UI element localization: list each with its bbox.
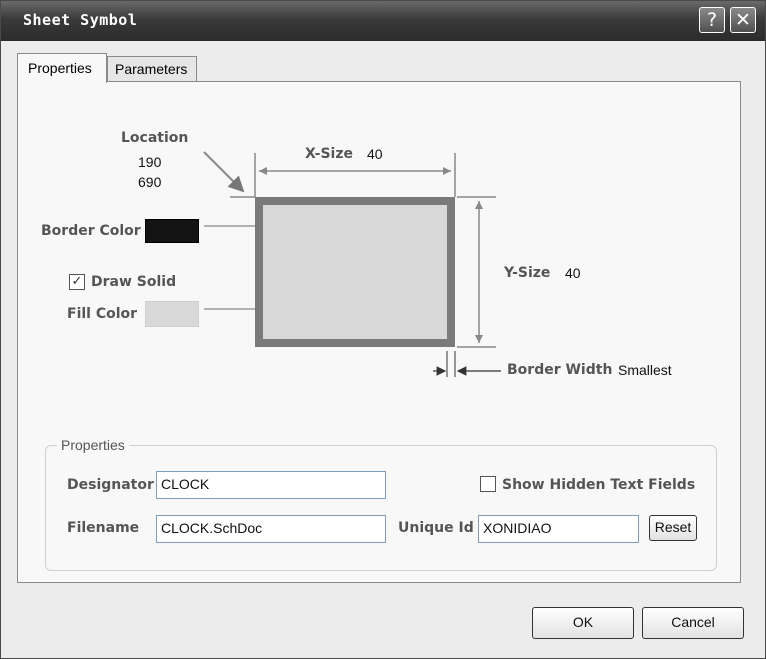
properties-group	[45, 445, 717, 571]
unique-id-input[interactable]: XONIDIAO	[478, 515, 639, 543]
location-pointer-arrow	[203, 151, 245, 193]
tab-properties[interactable]: Properties	[17, 53, 107, 83]
sheet-symbol-preview	[255, 197, 455, 347]
reset-button[interactable]: Reset	[649, 515, 697, 541]
location-y-value: 690	[138, 174, 162, 190]
designator-label: Designator	[67, 477, 154, 493]
border-width-value[interactable]: Smallest	[618, 362, 672, 378]
unique-id-label: Unique Id	[398, 520, 474, 536]
filename-label: Filename	[67, 520, 140, 536]
show-hidden-text-fields-checkbox[interactable]	[480, 476, 496, 492]
location-x-value: 190	[138, 154, 162, 170]
border-color-label: Border Color	[41, 223, 141, 239]
filename-input[interactable]: CLOCK.SchDoc	[156, 515, 386, 543]
ysize-value: 40	[565, 265, 581, 281]
location-label: Location	[121, 130, 189, 146]
xsize-label: X-Size	[305, 146, 353, 162]
cancel-button[interactable]: Cancel	[642, 607, 744, 639]
border-color-swatch[interactable]	[145, 219, 199, 243]
fill-color-label: Fill Color	[67, 306, 138, 322]
ysize-arrow-bottom	[475, 335, 483, 343]
draw-solid-checkbox[interactable]: ✓	[69, 274, 85, 290]
border-width-label: Border Width	[507, 362, 613, 378]
ysize-arrow-top	[475, 201, 483, 209]
ok-button[interactable]: OK	[532, 607, 634, 639]
designator-input[interactable]: CLOCK	[156, 471, 386, 499]
sheet-symbol-dialog: Sheet Symbol ? ✕ Parameters Properties L…	[0, 0, 766, 659]
xsize-arrow-right	[443, 167, 451, 175]
ysize-label: Y-Size	[504, 265, 551, 281]
xsize-arrow-left	[259, 167, 267, 175]
xsize-value: 40	[367, 146, 383, 162]
fill-color-swatch[interactable]	[145, 301, 199, 327]
show-hidden-text-fields-label: Show Hidden Text Fields	[502, 477, 696, 493]
properties-group-legend: Properties	[57, 437, 129, 453]
draw-solid-label: Draw Solid	[91, 274, 177, 290]
